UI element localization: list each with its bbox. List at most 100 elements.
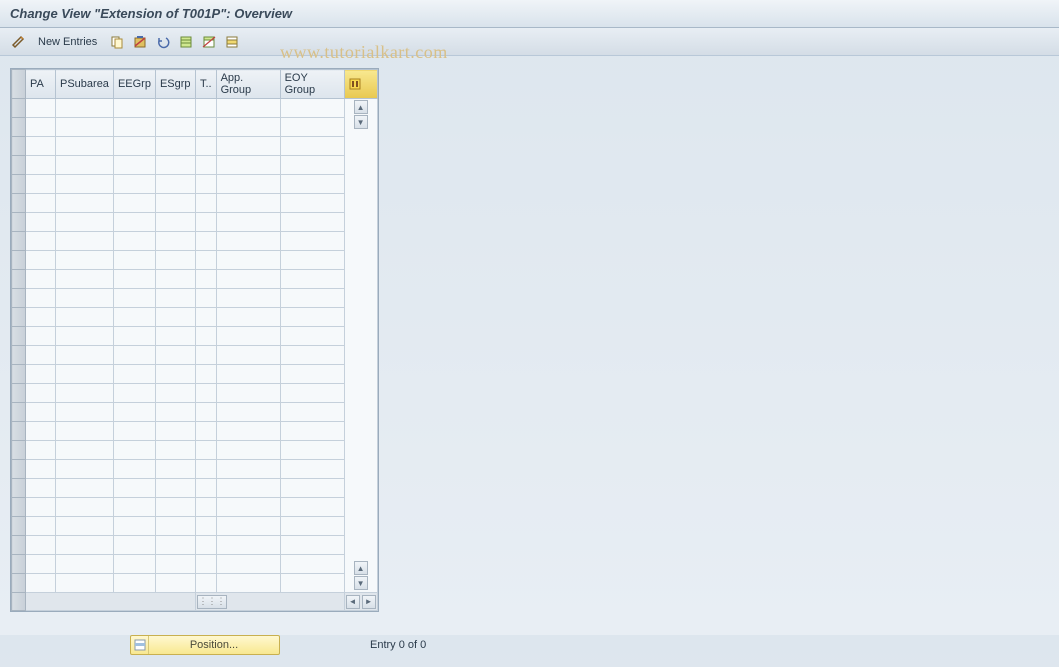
table-config-icon[interactable] [344, 70, 377, 99]
cell[interactable] [113, 536, 155, 555]
cell[interactable] [195, 574, 216, 593]
cell[interactable] [113, 232, 155, 251]
vscroll-down2-button[interactable]: ▼ [354, 576, 368, 590]
cell[interactable] [26, 232, 56, 251]
cell[interactable] [280, 270, 344, 289]
cell[interactable] [113, 270, 155, 289]
cell[interactable] [26, 479, 56, 498]
cell[interactable] [195, 403, 216, 422]
row-selector[interactable] [12, 460, 26, 479]
cell[interactable] [216, 422, 280, 441]
row-selector[interactable] [12, 498, 26, 517]
cell[interactable] [26, 422, 56, 441]
cell[interactable] [26, 460, 56, 479]
cell[interactable] [195, 175, 216, 194]
row-selector[interactable] [12, 99, 26, 118]
cell[interactable] [195, 365, 216, 384]
col-header-psubarea[interactable]: PSubarea [56, 70, 114, 99]
cell[interactable] [56, 403, 114, 422]
cell[interactable] [56, 270, 114, 289]
cell[interactable] [195, 384, 216, 403]
row-selector[interactable] [12, 422, 26, 441]
cell[interactable] [155, 422, 195, 441]
cell[interactable] [56, 555, 114, 574]
cell[interactable] [155, 479, 195, 498]
col-header-eoygroup[interactable]: EOY Group [280, 70, 344, 99]
cell[interactable] [280, 327, 344, 346]
row-selector[interactable] [12, 574, 26, 593]
cell[interactable] [155, 536, 195, 555]
cell[interactable] [155, 213, 195, 232]
cell[interactable] [113, 346, 155, 365]
row-selector[interactable] [12, 289, 26, 308]
row-selector[interactable] [12, 137, 26, 156]
cell[interactable] [195, 137, 216, 156]
hscroll-drag-handle[interactable]: ⋮⋮⋮ [197, 595, 227, 609]
cell[interactable] [113, 213, 155, 232]
cell[interactable] [56, 251, 114, 270]
cell[interactable] [195, 289, 216, 308]
cell[interactable] [26, 213, 56, 232]
cell[interactable] [155, 346, 195, 365]
cell[interactable] [280, 251, 344, 270]
cell[interactable] [280, 99, 344, 118]
cell[interactable] [113, 251, 155, 270]
vscroll-up-button[interactable]: ▲ [354, 100, 368, 114]
row-selector[interactable] [12, 384, 26, 403]
cell[interactable] [280, 175, 344, 194]
row-selector[interactable] [12, 403, 26, 422]
cell[interactable] [155, 156, 195, 175]
cell[interactable] [155, 99, 195, 118]
cell[interactable] [56, 422, 114, 441]
cell[interactable] [113, 422, 155, 441]
cell[interactable] [26, 498, 56, 517]
cell[interactable] [155, 289, 195, 308]
row-selector[interactable] [12, 118, 26, 137]
cell[interactable] [113, 403, 155, 422]
cell[interactable] [155, 555, 195, 574]
cell[interactable] [216, 479, 280, 498]
toggle-display-change-icon[interactable] [8, 32, 28, 52]
cell[interactable] [216, 574, 280, 593]
cell[interactable] [56, 327, 114, 346]
cell[interactable] [195, 536, 216, 555]
cell[interactable] [155, 308, 195, 327]
cell[interactable] [56, 213, 114, 232]
cell[interactable] [26, 403, 56, 422]
delete-icon[interactable] [130, 32, 150, 52]
cell[interactable] [216, 327, 280, 346]
cell[interactable] [216, 365, 280, 384]
cell[interactable] [113, 175, 155, 194]
cell[interactable] [26, 536, 56, 555]
cell[interactable] [216, 99, 280, 118]
cell[interactable] [195, 346, 216, 365]
cell[interactable] [216, 289, 280, 308]
copy-icon[interactable] [107, 32, 127, 52]
cell[interactable] [26, 99, 56, 118]
cell[interactable] [195, 156, 216, 175]
row-selector[interactable] [12, 536, 26, 555]
cell[interactable] [155, 574, 195, 593]
cell[interactable] [155, 498, 195, 517]
deselect-all-icon[interactable] [199, 32, 219, 52]
col-header-eegrp[interactable]: EEGrp [113, 70, 155, 99]
cell[interactable] [195, 213, 216, 232]
cell[interactable] [280, 574, 344, 593]
cell[interactable] [216, 384, 280, 403]
cell[interactable] [56, 384, 114, 403]
cell[interactable] [56, 308, 114, 327]
hscroll-left-button[interactable]: ◄ [346, 595, 360, 609]
cell[interactable] [155, 270, 195, 289]
cell[interactable] [280, 441, 344, 460]
col-header-appgroup[interactable]: App. Group [216, 70, 280, 99]
cell[interactable] [280, 232, 344, 251]
cell[interactable] [155, 327, 195, 346]
row-selector[interactable] [12, 232, 26, 251]
row-selector[interactable] [12, 517, 26, 536]
cell[interactable] [155, 441, 195, 460]
cell[interactable] [113, 137, 155, 156]
cell[interactable] [216, 270, 280, 289]
cell[interactable] [26, 194, 56, 213]
cell[interactable] [155, 460, 195, 479]
cell[interactable] [216, 175, 280, 194]
